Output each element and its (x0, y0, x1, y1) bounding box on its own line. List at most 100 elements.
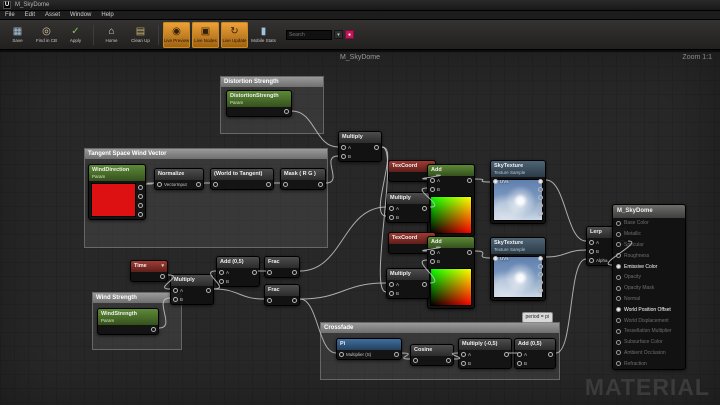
node-sky-texture-top[interactable]: SkyTextureTexture SampleUVs (490, 160, 546, 224)
pin[interactable] (616, 264, 621, 269)
apply-check-button[interactable]: ✓Apply (62, 22, 89, 48)
node-header[interactable]: Cosine (411, 345, 453, 356)
pin[interactable] (138, 212, 143, 217)
pin[interactable] (341, 154, 346, 159)
pin[interactable] (173, 297, 178, 302)
menu-item-file[interactable]: File (0, 12, 20, 18)
node-wind-direction-param[interactable]: WindDirectionParam (88, 164, 146, 220)
pin[interactable] (538, 187, 543, 192)
node-header[interactable]: Multiply (387, 269, 429, 280)
pin[interactable] (284, 109, 289, 114)
pin[interactable] (493, 256, 498, 261)
pin[interactable] (339, 352, 344, 357)
pin[interactable] (213, 182, 218, 187)
node-sky-texture-bottom[interactable]: SkyTextureTexture SampleUVs (490, 237, 546, 301)
pin[interactable] (548, 352, 553, 357)
node-header[interactable]: Multiply (339, 132, 381, 143)
node-frac-top[interactable]: Frac (264, 256, 300, 278)
node-multiply-neg05[interactable]: Multiply (-0,5)AB (458, 338, 512, 369)
pin[interactable] (538, 264, 543, 269)
node-multiply-time[interactable]: MultiplyAB (170, 274, 214, 305)
pin[interactable] (538, 256, 543, 261)
node-wind-strength-param[interactable]: WindStrengthParam (97, 308, 159, 335)
pin[interactable] (173, 288, 178, 293)
pin[interactable] (538, 179, 543, 184)
node-multiply-pan-bottom[interactable]: MultiplyAB (386, 268, 430, 299)
pin[interactable] (538, 195, 543, 200)
pin[interactable] (219, 279, 224, 284)
pin[interactable] (430, 259, 435, 264)
pin[interactable] (374, 145, 379, 150)
find-in-cb-button[interactable]: ◎Find in CB (33, 22, 60, 48)
pin[interactable] (430, 178, 435, 183)
pin[interactable] (389, 215, 394, 220)
pin[interactable] (616, 221, 621, 226)
pin[interactable] (538, 211, 543, 216)
node-add-05-crossfade[interactable]: Add (0,5)AB (514, 338, 556, 369)
pin[interactable] (616, 361, 621, 366)
pin[interactable] (517, 352, 522, 357)
pin[interactable] (616, 242, 621, 247)
pin[interactable] (267, 270, 272, 275)
pin[interactable] (160, 274, 165, 279)
pin[interactable] (252, 270, 257, 275)
node-header[interactable]: Multiply (387, 193, 429, 204)
pin[interactable] (589, 258, 594, 263)
pin[interactable] (589, 240, 594, 245)
menu-item-help[interactable]: Help (96, 12, 118, 18)
pin[interactable] (283, 182, 288, 187)
node-header[interactable]: DistortionStrengthParam (227, 91, 291, 107)
pin[interactable] (267, 298, 272, 303)
menu-item-window[interactable]: Window (65, 12, 96, 18)
node-header[interactable]: Frac (265, 285, 299, 296)
live-nodes-button[interactable]: ▣Live Nodes (192, 22, 219, 48)
pin[interactable] (616, 340, 621, 345)
pin[interactable] (413, 358, 418, 363)
search-highlight-button[interactable]: ● (345, 30, 354, 39)
search-dropdown-button[interactable]: ▾ (334, 30, 343, 39)
pin[interactable] (461, 361, 466, 366)
pin[interactable] (616, 307, 621, 312)
pin[interactable] (461, 352, 466, 357)
live-preview-button[interactable]: ◉Live Preview (163, 22, 190, 48)
pin[interactable] (389, 206, 394, 211)
pin[interactable] (138, 203, 143, 208)
graph-canvas[interactable]: M_SkyDome Zoom 1:1 MATERIAL Distortion S… (0, 50, 720, 405)
pin[interactable] (616, 286, 621, 291)
pin[interactable] (430, 187, 435, 192)
node-distortion-strength-param[interactable]: DistortionStrengthParam (226, 90, 292, 117)
comment-title[interactable]: Tangent Space Wind Vector (85, 149, 327, 159)
home-button[interactable]: ⌂Home (98, 22, 125, 48)
pin[interactable] (616, 296, 621, 301)
node-header[interactable]: Frac (265, 257, 299, 268)
pin[interactable] (292, 298, 297, 303)
node-header[interactable]: Normalize (155, 169, 203, 180)
node-world-to-tangent[interactable]: (World to Tangent) (210, 168, 274, 190)
node-cosine[interactable]: Cosine (410, 344, 454, 366)
pin[interactable] (538, 203, 543, 208)
save-button[interactable]: ▦Save (4, 22, 31, 48)
pin[interactable] (589, 249, 594, 254)
node-header[interactable]: (World to Tangent) (211, 169, 273, 180)
node-normalize[interactable]: NormalizeVectorInput (154, 168, 204, 190)
node-header[interactable]: Add (0,5) (515, 339, 555, 350)
pin[interactable] (138, 185, 143, 190)
pin[interactable] (616, 318, 621, 323)
pin[interactable] (394, 352, 399, 357)
mobile-stats-button[interactable]: ▮Mobile Stats (250, 22, 277, 48)
pin[interactable] (151, 327, 156, 332)
node-header[interactable]: WindStrengthParam (98, 309, 158, 325)
node-frac-bottom[interactable]: Frac (264, 284, 300, 306)
pin[interactable] (616, 275, 621, 280)
pin[interactable] (389, 291, 394, 296)
node-header[interactable]: SkyTextureTexture Sample (491, 161, 545, 177)
node-header[interactable]: WindDirectionParam (89, 165, 145, 181)
node-add-05-phase[interactable]: Add (0,5)AB (216, 256, 260, 287)
pin[interactable] (219, 270, 224, 275)
pin[interactable] (318, 182, 323, 187)
pin[interactable] (341, 145, 346, 150)
pin[interactable] (616, 329, 621, 334)
search-input[interactable] (286, 30, 332, 40)
pin[interactable] (504, 352, 509, 357)
pin[interactable] (446, 358, 451, 363)
